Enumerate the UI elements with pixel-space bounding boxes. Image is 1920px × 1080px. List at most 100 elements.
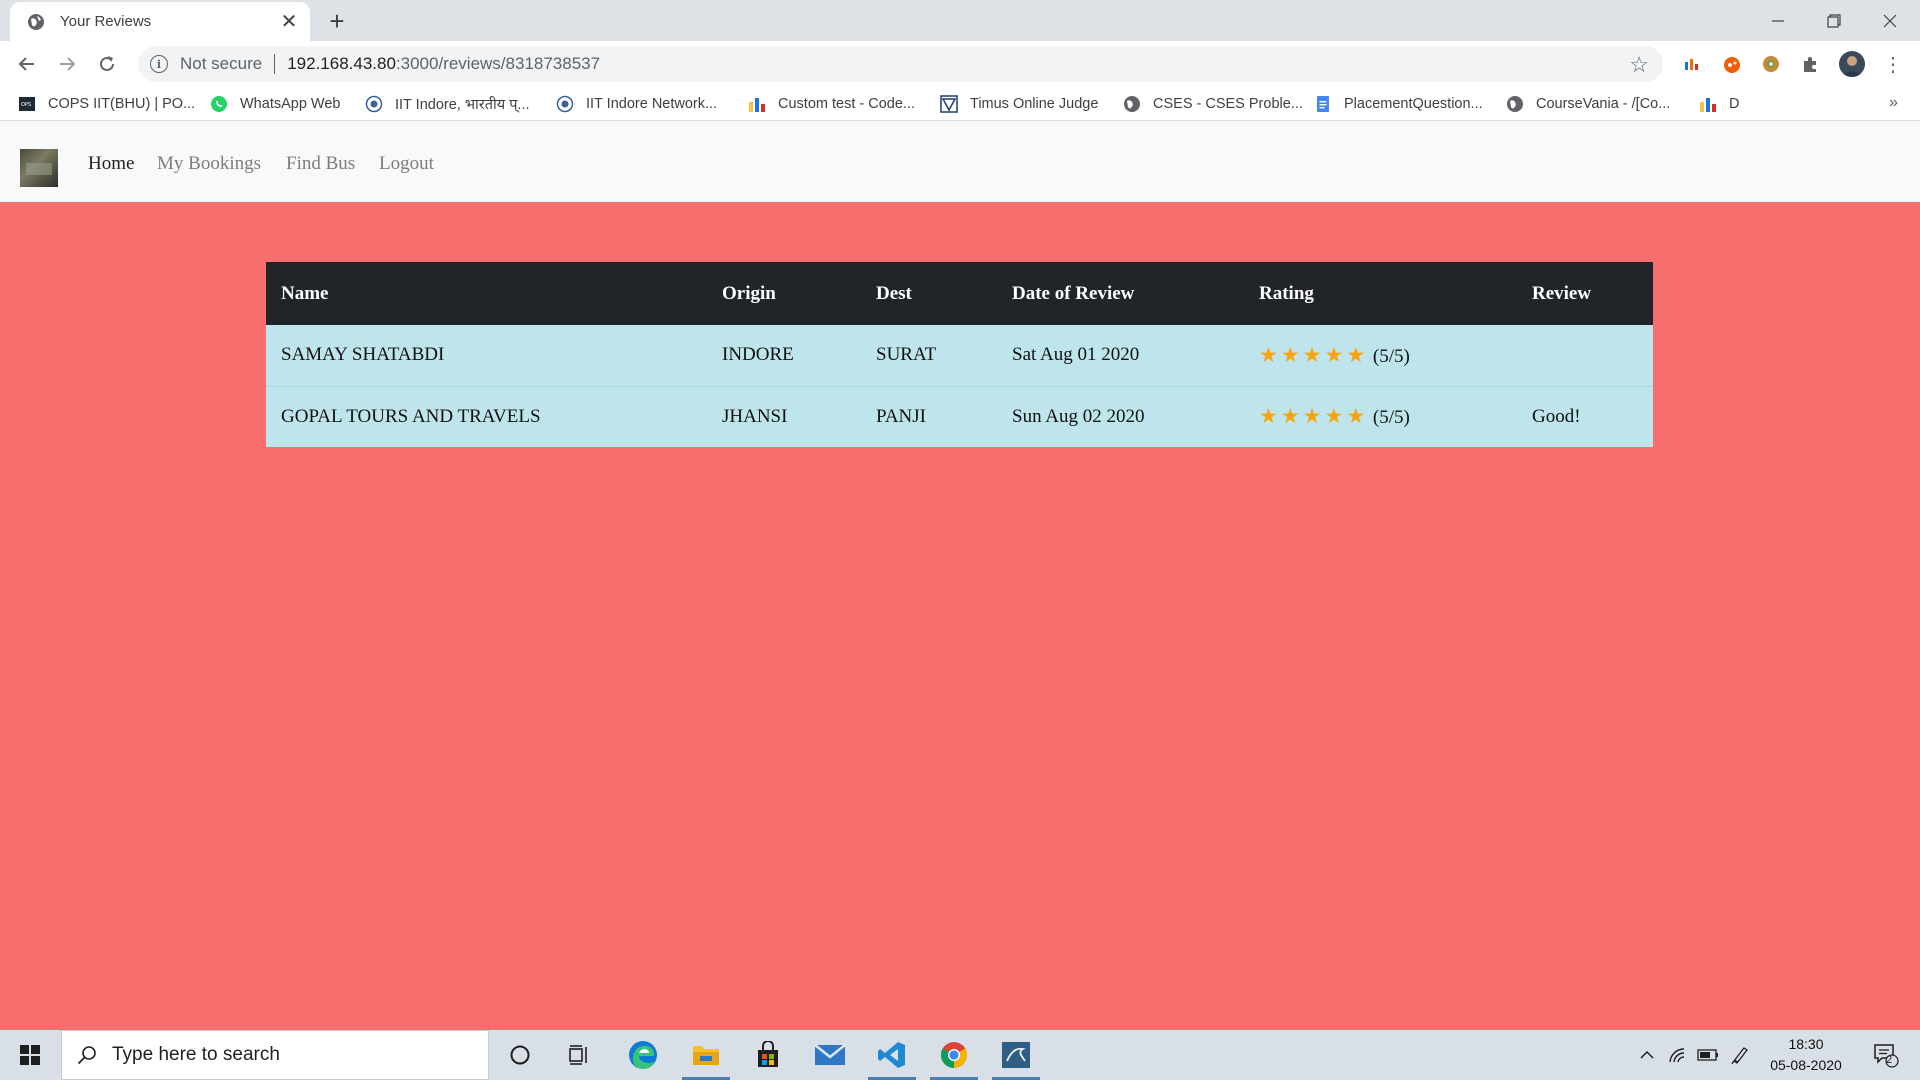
cell-origin: JHANSI: [707, 385, 861, 447]
restore-icon[interactable]: [1806, 0, 1862, 41]
cell-review: [1517, 325, 1653, 386]
mail-icon[interactable]: [800, 1030, 860, 1080]
bookmark-item[interactable]: IIT Indore, भारतीय प्...: [365, 93, 530, 115]
bookmarks-overflow-icon[interactable]: »: [1889, 94, 1898, 112]
brand-logo[interactable]: [20, 149, 58, 187]
browser-tab[interactable]: Your Reviews ✕: [10, 2, 310, 41]
globe-icon: [1506, 95, 1524, 113]
bookmark-label: CSES - CSES Proble...: [1153, 96, 1303, 112]
bookmark-label: COPS IIT(BHU) | PO...: [48, 96, 196, 112]
star-icon: ★: [1280, 404, 1301, 429]
header-name: Name: [281, 282, 329, 304]
address-bar[interactable]: i Not secure 192.168.43.80:3000/reviews/…: [138, 46, 1663, 82]
table-row: GOPAL TOURS AND TRAVELS JHANSI PANJI Sun…: [266, 385, 1653, 447]
rating-text: (5/5): [1372, 407, 1410, 429]
address-separator: [274, 54, 276, 74]
reviews-table-container: Name Origin Dest Date of Review Rating R…: [266, 262, 1653, 447]
chrome-icon[interactable]: [924, 1030, 984, 1080]
profile-avatar[interactable]: [1839, 51, 1865, 77]
wifi-icon[interactable]: [1664, 1030, 1692, 1080]
svg-text:OPS: OPS: [21, 102, 31, 108]
bookmark-star-icon[interactable]: ☆: [1629, 52, 1649, 78]
cell-rating: ★★★★★ (5/5): [1244, 385, 1517, 447]
header-rating: Rating: [1259, 282, 1314, 304]
new-tab-button[interactable]: +: [322, 6, 352, 36]
cell-dest: SURAT: [876, 344, 937, 366]
cortana-icon[interactable]: [490, 1030, 550, 1080]
taskbar-search-box[interactable]: Type here to search: [61, 1030, 489, 1080]
nav-find-bus-link[interactable]: Find Bus: [286, 153, 355, 175]
clock-time: 18:30: [1788, 1036, 1824, 1052]
back-icon[interactable]: [11, 48, 43, 80]
bookmark-item[interactable]: IIT Indore Network...: [556, 93, 717, 115]
star-icon: ★: [1259, 342, 1279, 367]
cell-rating: ★★★★★ (5/5): [1244, 325, 1517, 386]
bookmark-item[interactable]: Timus Online Judge: [940, 93, 1098, 115]
star-icon: ★: [1280, 342, 1301, 367]
cell-date: Sun Aug 02 2020: [997, 385, 1244, 447]
star-icon: ★: [1324, 404, 1345, 429]
close-tab-icon[interactable]: ✕: [278, 11, 300, 33]
info-icon[interactable]: i: [150, 55, 168, 73]
task-view-icon[interactable]: [550, 1030, 610, 1080]
header-dest: Dest: [876, 282, 912, 304]
notifications-icon[interactable]: 2: [1866, 1030, 1906, 1080]
bookmark-label: Timus Online Judge: [970, 96, 1099, 112]
globe-icon: [26, 12, 46, 32]
reviews-table: Name Origin Dest Date of Review Rating R…: [266, 262, 1653, 447]
nav-home-link[interactable]: Home: [88, 153, 134, 175]
star-icon: ★: [1302, 404, 1323, 429]
mysql-workbench-icon[interactable]: [986, 1030, 1046, 1080]
nav-logout-link[interactable]: Logout: [379, 153, 434, 175]
search-placeholder: Type here to search: [112, 1044, 280, 1065]
bookmark-item[interactable]: CSES - CSES Proble...: [1123, 93, 1303, 115]
bookmark-item[interactable]: CourseVania - /[Co...: [1506, 93, 1670, 115]
browser-menu-icon[interactable]: ⋮: [1880, 51, 1906, 77]
url-text[interactable]: 192.168.43.80:3000/reviews/8318738537: [287, 54, 600, 74]
forward-icon[interactable]: [51, 48, 83, 80]
rating-text: (5/5): [1372, 345, 1410, 367]
windows-start-icon[interactable]: [0, 1030, 60, 1080]
reload-icon[interactable]: [91, 48, 123, 80]
close-window-icon[interactable]: [1862, 0, 1918, 41]
battery-icon[interactable]: [1694, 1030, 1722, 1080]
bookmark-item[interactable]: PlacementQuestion...: [1314, 93, 1483, 115]
codeforces-icon: [748, 95, 766, 113]
url-path: :3000/reviews/8318738537: [395, 54, 601, 73]
extension-gear-icon[interactable]: [1758, 51, 1784, 77]
file-explorer-icon[interactable]: [676, 1030, 736, 1080]
edge-icon[interactable]: [613, 1030, 673, 1080]
bookmark-item[interactable]: WhatsApp Web: [210, 93, 340, 115]
bookmark-item[interactable]: Custom test - Code...: [748, 93, 915, 115]
bookmark-label: IIT Indore Network...: [586, 96, 718, 112]
star-icon: ★: [1259, 404, 1279, 429]
vscode-icon[interactable]: [862, 1030, 922, 1080]
cell-dest: PANJI: [861, 385, 997, 447]
header-review: Review: [1532, 282, 1592, 304]
show-hidden-icons-icon[interactable]: [1634, 1030, 1660, 1080]
bookmark-item[interactable]: D: [1699, 93, 1739, 115]
star-rating: ★★★★★: [1259, 404, 1368, 428]
search-icon: [76, 1044, 98, 1066]
minimize-icon[interactable]: [1750, 0, 1806, 41]
extensions-puzzle-icon[interactable]: [1798, 51, 1824, 77]
iit-indore-network-icon: [556, 95, 574, 113]
bookmark-label: WhatsApp Web: [240, 96, 341, 112]
bookmark-label: IIT Indore, भारतीय प्...: [395, 97, 530, 113]
header-date-of-review: Date of Review: [1012, 282, 1135, 304]
iit-indore-icon: [365, 95, 383, 113]
star-icon: ★: [1324, 342, 1345, 367]
star-icon: ★: [1346, 342, 1367, 367]
clock-date: 05-08-2020: [1770, 1057, 1842, 1073]
cell-name: GOPAL TOURS AND TRAVELS: [266, 385, 707, 447]
star-icon: ★: [1346, 404, 1367, 429]
bookmark-item[interactable]: OPS COPS IIT(BHU) | PO...: [18, 93, 195, 115]
pen-workspace-icon[interactable]: [1726, 1030, 1754, 1080]
extension-chart-icon[interactable]: [1679, 51, 1705, 77]
windows-taskbar: Type here to search 18:30 05-08-2020 2: [0, 1030, 1920, 1080]
extension-flame-icon[interactable]: [1719, 51, 1745, 77]
nav-my-bookings-link[interactable]: My Bookings: [157, 153, 261, 175]
taskbar-clock[interactable]: 18:30 05-08-2020: [1766, 1034, 1846, 1076]
globe-icon: [1123, 95, 1141, 113]
store-icon[interactable]: [738, 1030, 798, 1080]
